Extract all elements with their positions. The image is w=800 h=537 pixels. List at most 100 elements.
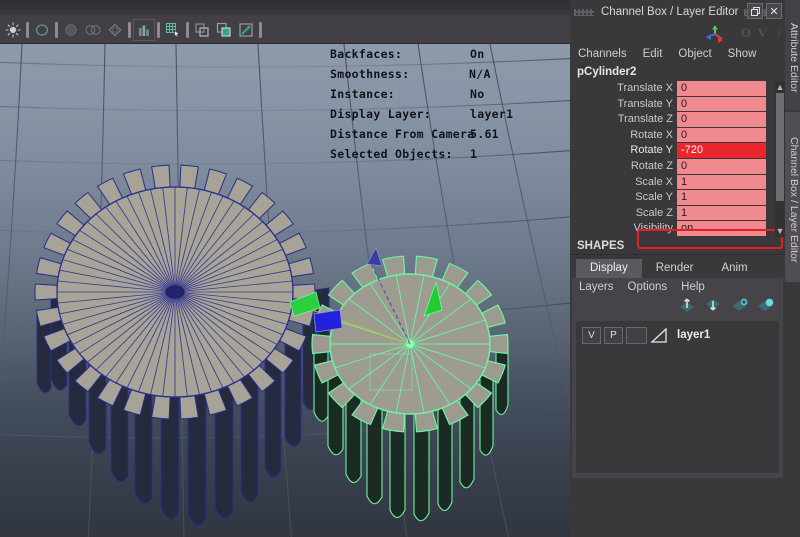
create-layer-from-selected-icon[interactable] — [757, 298, 774, 317]
hud-value: On — [470, 47, 485, 61]
tab-anim[interactable]: Anim — [707, 259, 761, 278]
select-tool-icon[interactable] — [2, 19, 24, 41]
channel-value-field[interactable]: 0 — [677, 96, 766, 113]
hud-label: Selected Objects: — [330, 147, 453, 161]
hud-value: 5.61 — [470, 127, 499, 141]
gear-large-unselected — [34, 164, 330, 526]
toolbar-separator — [126, 20, 133, 40]
move-tool-icon[interactable] — [82, 19, 104, 41]
channel-value-field[interactable]: 0 — [677, 158, 766, 175]
soft-select-icon[interactable] — [133, 19, 155, 41]
layer-color-swatch-icon[interactable] — [650, 327, 671, 344]
channel-row[interactable]: Scale X 1 — [570, 174, 785, 191]
window-buttons: ✕ — [747, 3, 782, 19]
move-layer-up-icon[interactable] — [679, 298, 696, 317]
channel-value-field[interactable]: 1 — [677, 174, 766, 191]
list-item[interactable]: V P layer1 — [576, 326, 779, 345]
hud-label: Instance: — [330, 87, 396, 101]
paint-select-icon[interactable] — [60, 19, 82, 41]
tool-buttons-row — [2, 18, 264, 42]
menu-channels[interactable]: Channels — [578, 48, 627, 60]
snap-to-view-plane-icon[interactable] — [235, 19, 257, 41]
menu-object[interactable]: Object — [678, 48, 711, 60]
channel-row[interactable]: Scale Z 1 — [570, 205, 785, 222]
channel-box-scrollbar[interactable]: ▲ ▼ — [775, 81, 785, 237]
channel-box-menubar: Channels Edit Object Show — [570, 44, 785, 64]
lasso-select-icon[interactable] — [31, 19, 53, 41]
rotate-tool-icon[interactable] — [104, 19, 126, 41]
faint-glyph-v: V — [757, 25, 767, 40]
toolbar-drag-strip[interactable] — [0, 0, 570, 15]
panel-titlebar[interactable]: Channel Box / Layer Editor ✕ — [570, 0, 785, 24]
menu-layers[interactable]: Layers — [579, 281, 614, 293]
faint-glyph-o: O — [740, 25, 751, 40]
channel-row[interactable]: Translate Y 0 — [570, 96, 785, 113]
channel-row[interactable]: Rotate X 0 — [570, 127, 785, 144]
channel-label: Scale Y — [635, 191, 673, 204]
close-button[interactable]: ✕ — [766, 3, 782, 19]
channel-label: Rotate Y — [630, 144, 673, 157]
channel-value-field[interactable]: -720 — [677, 143, 766, 159]
channel-value-field[interactable]: 0 — [677, 81, 766, 97]
layer-editor-menubar: Layers Options Help — [572, 278, 783, 297]
channel-label: Scale X — [635, 175, 673, 188]
hud-value: N/A — [469, 67, 491, 81]
layer-playback-toggle[interactable]: P — [604, 326, 623, 344]
channel-row[interactable]: Rotate Y -720 — [570, 143, 785, 159]
vtab-channel-box-layer-editor[interactable]: Channel Box / Layer Editor — [785, 112, 800, 282]
hud-value: No — [470, 87, 485, 101]
tab-render[interactable]: Render — [642, 259, 708, 278]
hud-value: 1 — [470, 147, 478, 161]
layer-list[interactable]: V P layer1 — [576, 320, 779, 473]
channel-value-field[interactable]: 1 — [677, 190, 766, 206]
faint-glyph-slash: / — [777, 25, 781, 40]
top-toolbar — [0, 0, 570, 44]
menu-options[interactable]: Options — [628, 281, 668, 293]
scrollbar-thumb[interactable] — [776, 93, 784, 201]
layer-visibility-toggle[interactable]: V — [582, 326, 601, 344]
channel-value-field[interactable]: 1 — [677, 205, 766, 222]
layer-editor-tabs: Display Render Anim — [570, 255, 785, 278]
hud-label: Smoothness: — [330, 67, 410, 81]
layer-editor-body: Layers Options Help V P layer1 — [572, 277, 783, 478]
menu-help[interactable]: Help — [681, 281, 705, 293]
vtab-attribute-editor[interactable]: Attribute Editor — [785, 0, 800, 110]
viewport-axis-row: O V / — [570, 24, 785, 44]
channel-row[interactable]: Rotate Z 0 — [570, 158, 785, 175]
channel-value-field[interactable]: 0 — [677, 127, 766, 144]
scroll-up-arrow-icon[interactable]: ▲ — [775, 81, 785, 93]
menu-edit[interactable]: Edit — [643, 48, 663, 60]
channel-row[interactable]: Scale Y 1 — [570, 190, 785, 206]
layer-name[interactable]: layer1 — [677, 329, 710, 341]
channel-value-field[interactable]: on — [677, 221, 766, 237]
channel-label: Translate Y — [617, 97, 673, 110]
channel-value-field[interactable]: 0 — [677, 112, 766, 128]
maya-window: Backfaces: On Smoothness: N/A Instance: No Dis… — [0, 0, 800, 537]
channel-label: Scale Z — [635, 206, 673, 219]
move-layer-down-icon[interactable] — [705, 298, 722, 317]
create-new-layer-icon[interactable] — [731, 298, 748, 317]
undock-button[interactable] — [747, 3, 763, 19]
hud-label: Display Layer: — [330, 107, 432, 121]
toolbar-separator — [53, 20, 60, 40]
layer-shading-toggle[interactable] — [626, 326, 647, 344]
drag-grip-icon[interactable] — [574, 8, 594, 16]
scroll-down-arrow-icon[interactable]: ▼ — [775, 225, 785, 237]
right-vertical-tabs: Attribute Editor Channel Box / Layer Edi… — [785, 0, 800, 537]
channel-row[interactable]: Translate Z 0 — [570, 112, 785, 128]
perspective-viewport[interactable]: Backfaces: On Smoothness: N/A Instance: No Dis… — [0, 44, 570, 537]
tab-display[interactable]: Display — [576, 258, 642, 278]
hud-value: layer1 — [470, 107, 514, 121]
channel-label: Translate X — [617, 82, 673, 94]
snap-to-curve-icon[interactable] — [191, 19, 213, 41]
channel-row[interactable]: Visibility on — [570, 221, 785, 237]
snap-to-point-icon[interactable] — [213, 19, 235, 41]
toolbar-separator — [24, 20, 31, 40]
channel-row[interactable]: Translate X 0 — [570, 81, 785, 97]
channel-label: Visibility — [633, 222, 673, 235]
snap-to-grid-icon[interactable] — [162, 19, 184, 41]
menu-show[interactable]: Show — [728, 48, 757, 60]
toolbar-separator — [155, 20, 162, 40]
hud-label: Distance From Camera — [330, 127, 475, 141]
shapes-section-label: SHAPES — [570, 237, 785, 255]
